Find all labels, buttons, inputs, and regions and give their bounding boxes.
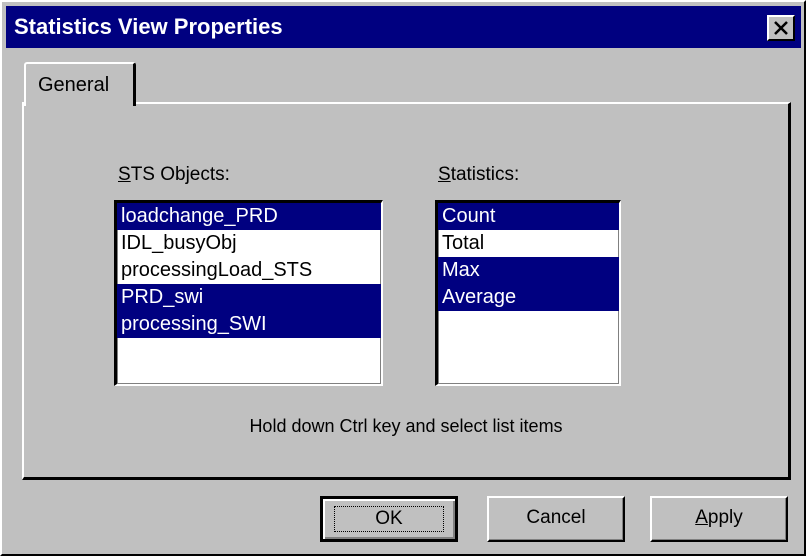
tab-general-label: General — [38, 74, 110, 96]
statistics-listbox[interactable]: Count Total Max Average — [435, 200, 621, 386]
apply-button-mnemonic: A — [695, 507, 708, 528]
selection-hint: Hold down Ctrl key and select list items — [249, 416, 563, 436]
apply-button-label: pply — [707, 507, 743, 528]
statistics-label: Statistics: — [438, 164, 519, 186]
sts-objects-listbox[interactable]: loadchange_PRD IDL_busyObj processingLoa… — [114, 200, 383, 386]
list-item[interactable]: Total — [438, 230, 619, 257]
sts-objects-label-text: TS Objects: — [130, 164, 230, 185]
statistics-label-text: tatistics: — [450, 164, 520, 185]
cancel-button-label: Cancel — [526, 507, 586, 528]
ok-button[interactable]: OK — [320, 496, 458, 542]
ok-button-label: OK — [334, 506, 444, 532]
title-bar[interactable]: Statistics View Properties — [6, 6, 801, 48]
list-item[interactable]: processing_SWI — [117, 311, 381, 338]
tab-general[interactable]: General — [24, 62, 136, 106]
list-item[interactable]: loadchange_PRD — [117, 203, 381, 230]
close-button[interactable] — [767, 15, 795, 41]
tab-panel-general: STS Objects: loadchange_PRD IDL_busyObj … — [22, 102, 791, 480]
sts-objects-label-mnemonic: S — [118, 164, 131, 185]
list-item[interactable]: processingLoad_STS — [117, 257, 381, 284]
list-item[interactable]: PRD_swi — [117, 284, 381, 311]
apply-button[interactable]: Apply — [650, 496, 788, 542]
window-title: Statistics View Properties — [14, 14, 283, 39]
statistics-label-mnemonic: S — [438, 164, 451, 185]
cancel-button[interactable]: Cancel — [487, 496, 625, 542]
list-item[interactable]: Average — [438, 284, 619, 311]
sts-objects-label: STS Objects: — [118, 164, 230, 186]
list-item[interactable]: Count — [438, 203, 619, 230]
list-item[interactable]: IDL_busyObj — [117, 230, 381, 257]
dialog-window: Statistics View Properties General STS O… — [0, 0, 806, 556]
close-icon — [774, 21, 788, 35]
list-item[interactable]: Max — [438, 257, 619, 284]
